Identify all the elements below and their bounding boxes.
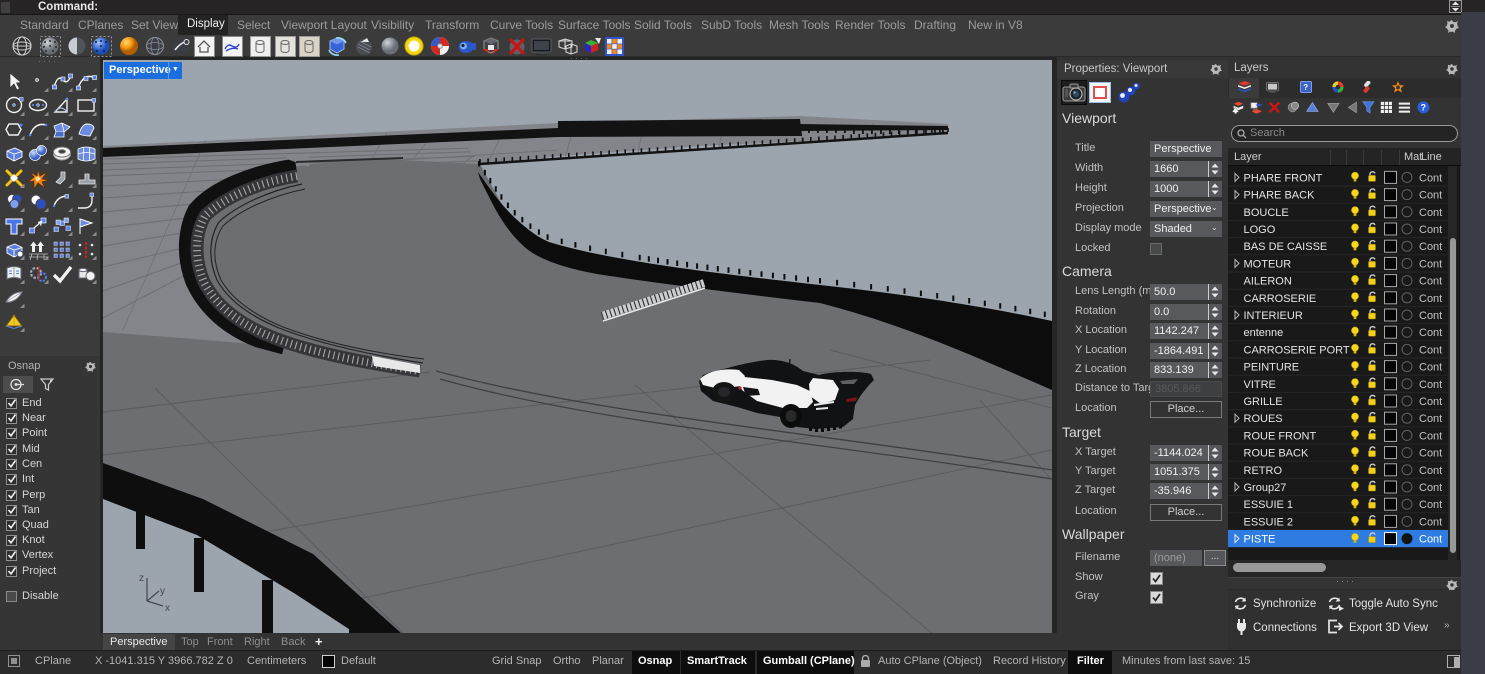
svg-text:Cont: Cont	[1419, 344, 1442, 356]
svg-text:CARROSERIE: CARROSERIE	[1244, 293, 1317, 305]
svg-text:PEINTURE: PEINTURE	[1244, 362, 1300, 374]
svg-text:?: ?	[1303, 83, 1308, 92]
svg-text:Group27: Group27	[1244, 482, 1287, 494]
svg-text:BAS DE CAISSE: BAS DE CAISSE	[1244, 241, 1328, 253]
svg-text:LOGO: LOGO	[1244, 224, 1276, 236]
svg-text:ROUE BACK: ROUE BACK	[1244, 448, 1309, 460]
svg-text:GRILLE: GRILLE	[1244, 396, 1283, 408]
svg-text:Cont: Cont	[1419, 327, 1442, 339]
svg-text:RETRO: RETRO	[1244, 465, 1283, 477]
svg-text:ESSUIE 2: ESSUIE 2	[1244, 516, 1294, 528]
svg-text:?: ?	[1421, 103, 1426, 113]
svg-text:BOUCLE: BOUCLE	[1244, 207, 1289, 219]
svg-text:Cont: Cont	[1419, 379, 1442, 391]
svg-text:Cont: Cont	[1419, 465, 1442, 477]
svg-text:x: x	[165, 603, 170, 614]
svg-text:Cont: Cont	[1419, 396, 1442, 408]
svg-text:PHARE FRONT: PHARE FRONT	[1244, 172, 1323, 184]
svg-text:Cont: Cont	[1419, 362, 1442, 374]
svg-text:PHARE BACK: PHARE BACK	[1244, 190, 1316, 202]
svg-text:Cont: Cont	[1419, 190, 1442, 202]
svg-text:ESSUIE 1: ESSUIE 1	[1244, 499, 1294, 511]
svg-text:VITRE: VITRE	[1244, 379, 1276, 391]
svg-text:Cont: Cont	[1419, 534, 1442, 546]
svg-text:ROUES: ROUES	[1244, 413, 1283, 425]
svg-text:entenne: entenne	[1244, 327, 1284, 339]
svg-text:Cont: Cont	[1419, 499, 1442, 511]
svg-text:PISTE: PISTE	[1244, 534, 1276, 546]
svg-text:Cont: Cont	[1419, 276, 1442, 288]
svg-text:ROUE FRONT: ROUE FRONT	[1244, 430, 1317, 442]
svg-text:Cont: Cont	[1419, 516, 1442, 528]
svg-text:y: y	[160, 586, 165, 597]
svg-text:AILERON: AILERON	[1244, 276, 1292, 288]
svg-text:Cont: Cont	[1419, 293, 1442, 305]
svg-text:Cont: Cont	[1419, 258, 1442, 270]
svg-text:z: z	[139, 573, 144, 584]
svg-text:Cont: Cont	[1419, 224, 1442, 236]
svg-text:Cont: Cont	[1419, 413, 1442, 425]
svg-text:CARROSERIE PORT: CARROSERIE PORT	[1244, 344, 1350, 356]
svg-text:Cont: Cont	[1419, 207, 1442, 219]
svg-text:Cont: Cont	[1419, 430, 1442, 442]
svg-text:Cont: Cont	[1419, 310, 1442, 322]
svg-text:MOTEUR: MOTEUR	[1244, 258, 1292, 270]
svg-text:Cont: Cont	[1419, 241, 1442, 253]
svg-text:Cont: Cont	[1419, 448, 1442, 460]
svg-text:INTERIEUR: INTERIEUR	[1244, 310, 1303, 322]
svg-text:Cont: Cont	[1419, 172, 1442, 184]
svg-text:Cont: Cont	[1419, 482, 1442, 494]
